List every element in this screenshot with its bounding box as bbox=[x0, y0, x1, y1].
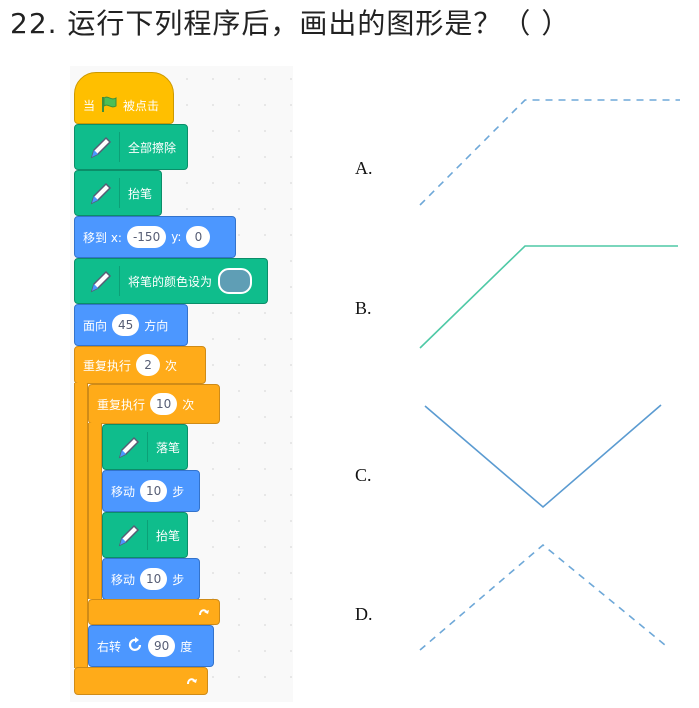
option-b-path bbox=[419, 245, 678, 349]
option-a-figure[interactable] bbox=[419, 99, 680, 206]
option-a-path bbox=[419, 99, 680, 206]
option-d-figure[interactable] bbox=[419, 543, 666, 651]
option-c-path bbox=[424, 404, 662, 509]
option-figures bbox=[419, 99, 680, 651]
option-d-path bbox=[419, 543, 666, 651]
option-c-figure[interactable] bbox=[424, 404, 662, 509]
option-b-figure[interactable] bbox=[419, 245, 678, 349]
